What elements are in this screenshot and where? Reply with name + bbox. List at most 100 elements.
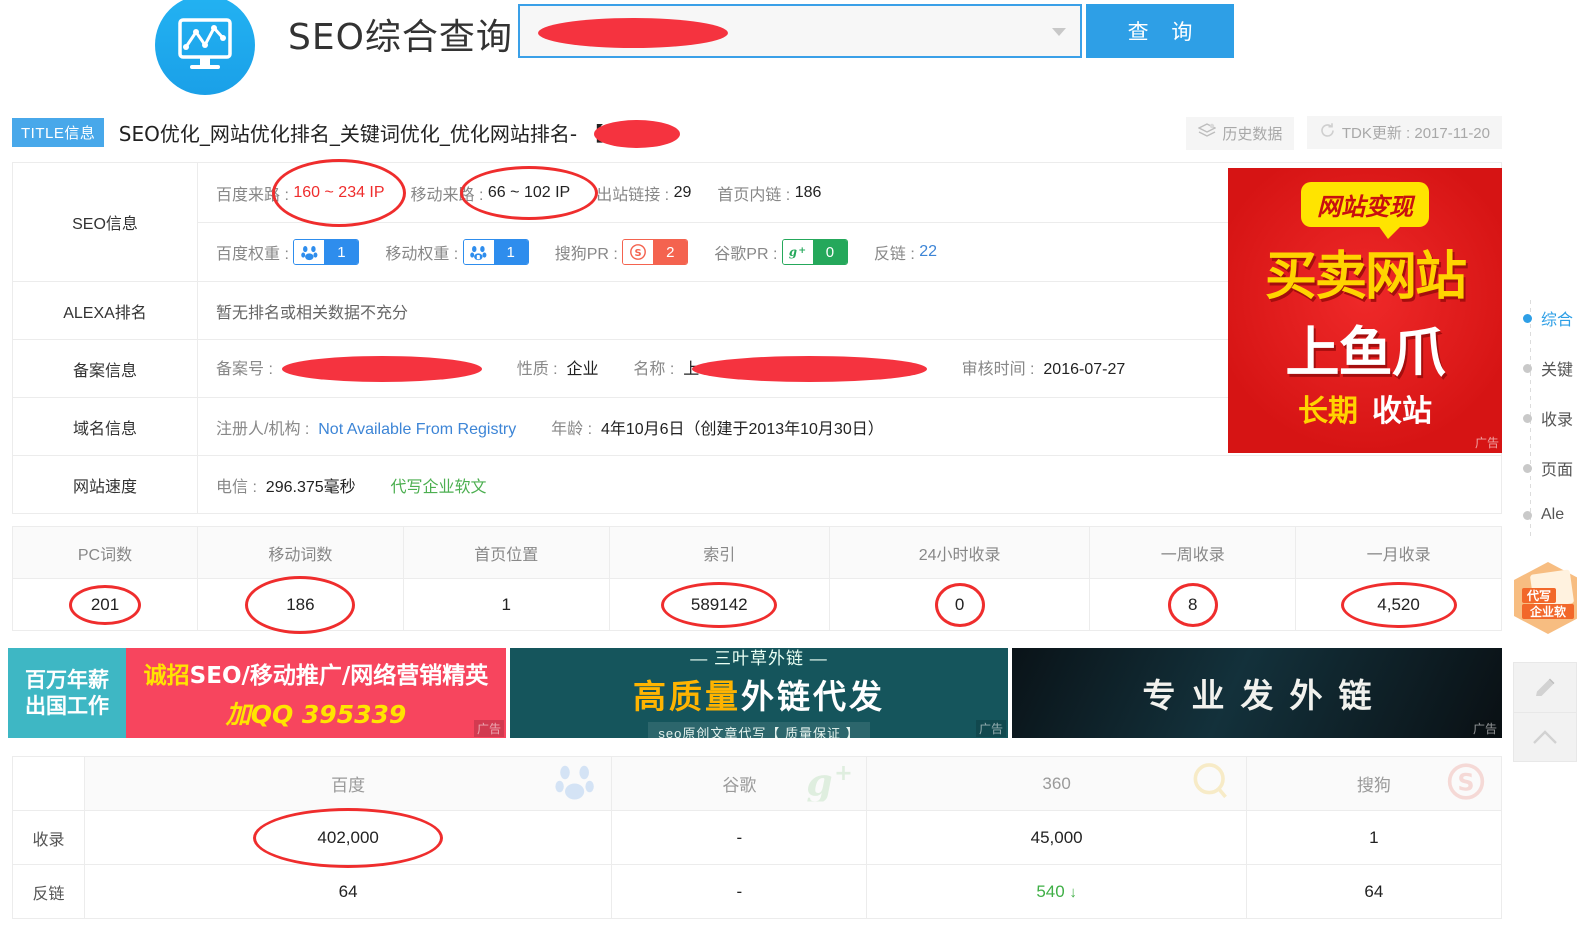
indexed-sogou-value: 1 — [1245, 810, 1503, 865]
nav-dot-icon — [1523, 363, 1532, 373]
registrant-value[interactable]: Not Available From Registry — [318, 421, 516, 438]
sidebar-nav: 综合 关键 收录 页面 Ale — [1523, 300, 1577, 540]
red-ad-line3: 长期 收站 — [1228, 386, 1502, 430]
sidebar-item-alexa[interactable]: Ale — [1523, 506, 1564, 524]
red-ad-line3-b: 收站 — [1372, 394, 1432, 429]
table-row-speed: 网站速度 电信 : 296.375毫秒 代写企业软文 — [12, 455, 1502, 514]
engine-row-label-backlinks: 反链 — [12, 864, 85, 919]
svg-text:g: g — [807, 761, 833, 801]
history-data-label: 历史数据 — [1222, 125, 1283, 143]
speed-key: 电信 : — [216, 478, 257, 496]
sidebar-item-label: 综合 — [1541, 312, 1574, 329]
stats-value-index: 589142 — [685, 593, 754, 617]
homelinks-value: 186 — [794, 183, 822, 201]
sidebar-item-pages[interactable]: 页面 — [1523, 456, 1573, 480]
table-header-row: PC词数 移动词数 首页位置 索引 24小时收录 一周收录 一月收录 — [12, 526, 1502, 579]
icp-audit-value: 2016-07-27 — [1043, 360, 1126, 378]
ad-label: 广告 — [975, 720, 1006, 737]
search-box[interactable] — [518, 4, 1082, 58]
float-ad-line2-text: 企业软 — [1529, 604, 1566, 619]
domain-age-value: 4年10月6日（创建于2013年10月30日） — [600, 420, 884, 438]
stats-value-pc-words: 201 — [85, 593, 125, 617]
edit-pencil-icon[interactable] — [1513, 662, 1577, 712]
google-pr-key: 谷歌PR : — [714, 246, 778, 263]
tdk-update-label: TDK更新 : 2017-11-20 — [1341, 125, 1490, 142]
backlinks-360-cell: 540 ↓ — [866, 864, 1247, 919]
engine-header-sogou-label: 搜狗 — [1356, 776, 1391, 795]
ad-recruit-line2: 加QQ 395339 — [225, 699, 407, 729]
ad-banner-recruit[interactable]: 百万年薪 出国工作 诚招SEO/移动推广/网络营销精英 加QQ 395339 广… — [8, 648, 506, 738]
ad-sidebar-website-trade[interactable]: 网站变现 买卖网站 上鱼爪 长期 收站 广告 — [1228, 168, 1502, 453]
backlinks-sogou-value: 64 — [1245, 864, 1503, 919]
mobile-weight-badge[interactable]: 1 — [462, 239, 529, 265]
baidu-weight-value: 1 — [324, 240, 359, 264]
stats-value-month-cell: 4,520 — [1295, 578, 1502, 631]
tdk-update-chip[interactable]: TDK更新 : 2017-11-20 — [1306, 116, 1502, 149]
sogou-pr-badge[interactable]: S 2 — [622, 239, 689, 265]
backlink-value[interactable]: 22 — [919, 243, 937, 261]
ad-banner-backlink[interactable]: — 三叶草外链 — 高质量外链代发 seo原创文章代写【 质量保证 】 广告 — [510, 648, 1008, 738]
mobile-weight-value: 1 — [493, 240, 528, 264]
promo-link[interactable]: 代写企业软文 — [391, 479, 487, 496]
icp-audit-key: 审核时间 : — [961, 360, 1035, 378]
mobile-from-annotated: 66 ~ 102 IP — [488, 184, 570, 202]
row-label-icp: 备案信息 — [12, 339, 198, 398]
google-plus-icon: g + — [804, 759, 854, 806]
sidebar-item-keywords[interactable]: 关键 — [1523, 356, 1573, 380]
backlinks-google-value: - — [611, 864, 868, 919]
engine-header-baidu: 百度 — [83, 756, 613, 811]
row-label-seo-info: SEO信息 — [12, 162, 198, 282]
redacted-site-name — [593, 119, 680, 148]
baidu-weight-key: 百度权重 : — [216, 246, 289, 263]
baidu-mobile-paw-icon — [463, 240, 494, 264]
chevron-down-icon[interactable] — [1052, 28, 1066, 36]
table-header-row: 百度 谷歌 g + 360 搜狗 S — [12, 756, 1503, 811]
engine-header-baidu-label: 百度 — [331, 776, 366, 795]
sidebar-item-indexed[interactable]: 收录 — [1523, 406, 1573, 430]
red-ad-line1: 买卖网站 — [1264, 247, 1467, 307]
nav-dot-icon — [1523, 413, 1532, 423]
backlinks-360-value: 540 — [1036, 881, 1065, 901]
engine-header-360-label: 360 — [1042, 773, 1071, 793]
ad-backlink-line1-b: 外链代发 — [741, 676, 885, 716]
stats-value-pc-words-cell: 201 — [12, 578, 198, 631]
row-label-alexa: ALEXA排名 — [12, 281, 198, 340]
baidu-weight-badge[interactable]: 1 — [293, 239, 360, 265]
svg-text:S: S — [1457, 768, 1474, 796]
stats-header-index: 索引 — [608, 526, 830, 579]
engine-row-label-indexed: 收录 — [12, 810, 85, 865]
mobile-from-value: 66 ~ 102 IP — [487, 183, 571, 201]
back-to-top-icon[interactable] — [1513, 712, 1577, 762]
stats-value-week-cell: 8 — [1089, 578, 1297, 631]
sidebar-item-label: Ale — [1541, 506, 1565, 523]
query-button[interactable]: 查 询 — [1086, 4, 1234, 58]
ad-banner-pro-backlink[interactable]: 专业发外链 广告 — [1012, 648, 1502, 738]
outlinks-key: 出站链接 : — [596, 186, 670, 204]
ad-recruit-line1: 诚招SEO/移动推广/网络营销精英 — [144, 656, 489, 690]
svg-text:+: + — [835, 761, 853, 785]
backlinks-baidu-value: 64 — [83, 864, 613, 919]
baidu-from-value: 160 ~ 234 IP — [293, 183, 385, 201]
stats-header-home-position: 首页位置 — [402, 526, 610, 579]
baidu-paw-icon — [294, 240, 325, 264]
sogou-s-icon: S — [623, 240, 654, 264]
indexed-baidu-cell: 402,000 — [83, 810, 613, 865]
history-data-button[interactable]: 历史数据 — [1186, 116, 1295, 150]
sogou-s-icon: S — [1445, 761, 1487, 806]
trend-down-icon: ↓ — [1069, 883, 1077, 901]
engine-header-google-label: 谷歌 — [722, 776, 757, 795]
monitor-chart-icon — [150, 0, 260, 100]
stats-header-pc-words: PC词数 — [12, 526, 198, 579]
title-info-badge: TITLE信息 — [12, 118, 105, 147]
icp-name-key: 名称 : — [633, 360, 675, 378]
row-label-domain: 域名信息 — [12, 397, 198, 456]
google-pr-badge[interactable]: g + 0 — [781, 239, 848, 265]
sidebar-item-overview[interactable]: 综合 — [1523, 306, 1573, 330]
redacted-icp-name — [691, 356, 927, 383]
svg-text:g: g — [789, 245, 797, 259]
mobile-from-key: 移动来路 : — [410, 186, 484, 204]
red-ad-bubble: 网站变现 — [1301, 182, 1429, 239]
float-ad-copywriting[interactable]: 代写 企业软 — [1508, 558, 1577, 636]
ad-backlink-line0: — 三叶草外链 — — [690, 648, 828, 668]
stats-header-mobile-words: 移动词数 — [197, 526, 404, 579]
